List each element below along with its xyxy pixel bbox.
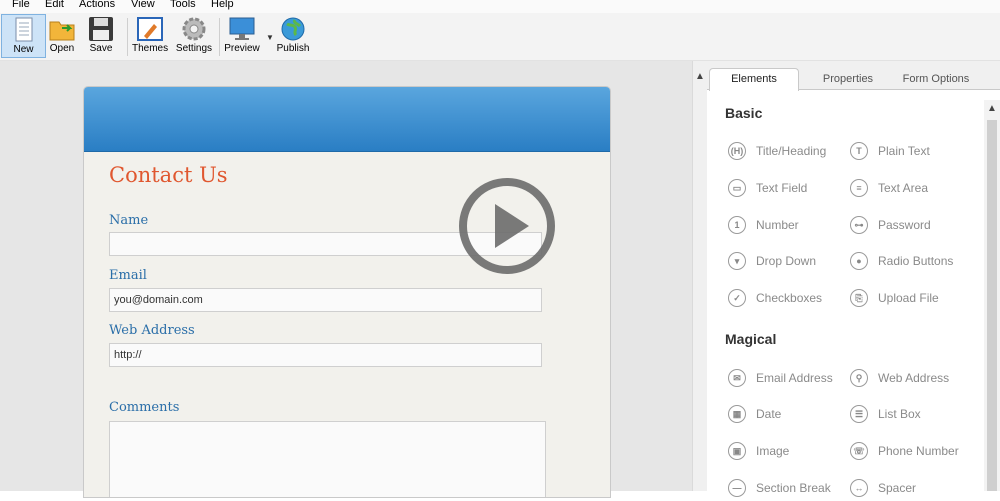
panel-scrollbar-thumb[interactable] (987, 120, 997, 491)
section-break-icon: — (728, 479, 746, 497)
web-address-input[interactable]: http:// (109, 343, 542, 367)
menu-help[interactable]: Help (211, 0, 234, 11)
basic-section-title: Basic (725, 105, 763, 121)
scroll-up-arrow-icon[interactable]: ▲ (695, 71, 705, 82)
open-button[interactable]: Open (46, 14, 78, 58)
menu-tools[interactable]: Tools (170, 0, 196, 11)
tab-form-options[interactable]: Form Options (893, 69, 979, 89)
toolbar: New Open Save Themes Settings Preview ▼ (0, 13, 1000, 61)
web-address-label: Web Address (109, 323, 195, 338)
new-document-icon (10, 17, 38, 43)
menu-bar: File Edit Actions View Tools Help (0, 0, 1000, 13)
floppy-disk-icon (87, 16, 115, 42)
phone-icon: ☏ (850, 442, 868, 460)
password-icon: ⊶ (850, 216, 868, 234)
menu-actions[interactable]: Actions (79, 0, 115, 11)
publish-button[interactable]: Publish (276, 14, 310, 58)
form-canvas: Contact Us Name Email you@domain.com Web… (0, 61, 692, 498)
save-button[interactable]: Save (84, 14, 118, 58)
link-icon: ⚲ (850, 369, 868, 387)
drop-down-icon: ▾ (728, 252, 746, 270)
plain-text-icon: T (850, 142, 868, 160)
panel-scrollbar[interactable]: ▲ (984, 100, 1000, 491)
form-preview: Contact Us Name Email you@domain.com Web… (83, 86, 611, 498)
menu-edit[interactable]: Edit (45, 0, 64, 11)
heading-icon: (H) (728, 142, 746, 160)
form-header (84, 87, 610, 152)
tab-properties[interactable]: Properties (803, 69, 893, 89)
email-icon: ✉ (728, 369, 746, 387)
themes-button[interactable]: Themes (132, 14, 168, 58)
elements-panel: Elements Properties Form Options Basic (… (707, 61, 1000, 497)
menu-view[interactable]: View (131, 0, 155, 11)
folder-icon (48, 16, 76, 42)
date-icon: ▦ (728, 405, 746, 423)
settings-button[interactable]: Settings (174, 14, 214, 58)
number-icon: 1 (728, 216, 746, 234)
text-field-icon: ▭ (728, 179, 746, 197)
upload-file-icon: ⎘ (850, 289, 868, 307)
list-box-icon: ☰ (850, 405, 868, 423)
new-button[interactable]: New (1, 14, 46, 58)
panel-scroll-up-arrow-icon[interactable]: ▲ (987, 103, 997, 114)
spacer-icon: ↔ (850, 479, 868, 497)
toolbar-separator (219, 18, 220, 56)
tab-elements[interactable]: Elements (709, 68, 799, 91)
monitor-icon (228, 16, 256, 42)
preview-dropdown-arrow-icon[interactable]: ▼ (266, 33, 274, 42)
globe-icon (279, 16, 307, 42)
magical-section-title: Magical (725, 331, 777, 347)
form-title[interactable]: Contact Us (109, 163, 228, 187)
toolbar-separator (127, 18, 128, 56)
email-input[interactable]: you@domain.com (109, 288, 542, 312)
gear-icon (180, 16, 208, 42)
canvas-scrollbar[interactable]: ▲ (692, 61, 708, 491)
checkboxes-icon: ✓ (728, 289, 746, 307)
comments-label: Comments (109, 400, 180, 415)
themes-brush-icon (136, 16, 164, 42)
panel-tabs: Elements Properties Form Options (707, 61, 1000, 91)
play-video-icon[interactable] (457, 176, 557, 276)
comments-textarea[interactable] (109, 421, 546, 497)
name-label: Name (109, 213, 149, 228)
image-icon: ▣ (728, 442, 746, 460)
radio-buttons-icon: ● (850, 252, 868, 270)
preview-button[interactable]: Preview (224, 14, 260, 58)
email-label: Email (109, 268, 147, 283)
text-area-icon: ≡ (850, 179, 868, 197)
menu-file[interactable]: File (12, 0, 30, 11)
